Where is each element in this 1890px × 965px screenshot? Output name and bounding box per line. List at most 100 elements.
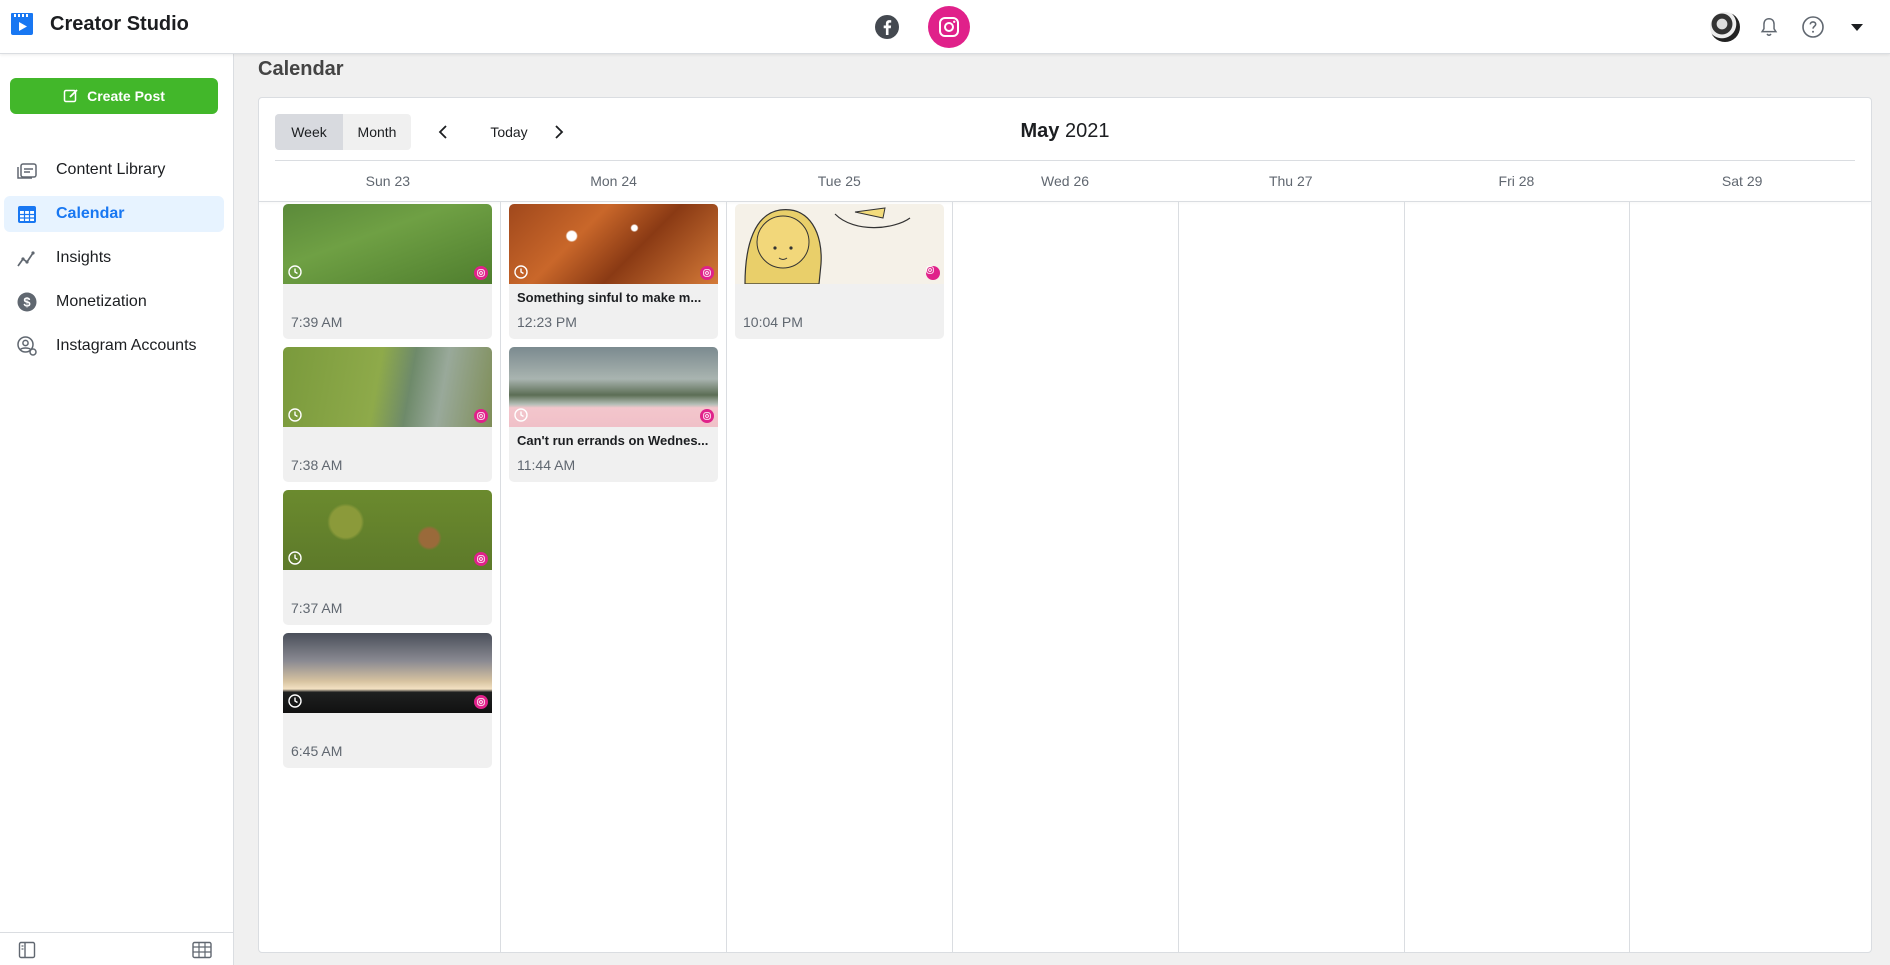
scheduled-clock-icon — [514, 408, 528, 422]
bell-icon — [1760, 18, 1778, 36]
instagram-tab[interactable] — [928, 6, 970, 48]
post-caption — [283, 576, 492, 592]
sidebar-item-calendar[interactable]: Calendar — [4, 196, 224, 232]
scheduled-clock-icon — [288, 694, 302, 708]
day-column-sun[interactable]: 7:39 AM 7:38 AM 7:37 AM 6:45 AM — [275, 202, 501, 952]
day-header-mon: Mon 24 — [590, 173, 637, 189]
avatar[interactable] — [1710, 12, 1740, 42]
day-column-mon[interactable]: Something sinful to make m... 12:23 PM C… — [501, 202, 727, 952]
post-time: 10:04 PM — [743, 314, 803, 330]
post-thumbnail — [509, 347, 718, 427]
month-name: May — [1020, 120, 1060, 142]
svg-text:$: $ — [23, 295, 31, 310]
instagram-badge-icon — [474, 695, 488, 709]
post-thumbnail — [283, 204, 492, 284]
instagram-badge-icon — [474, 409, 488, 423]
day-header-thu: Thu 27 — [1268, 173, 1313, 189]
year: 2021 — [1064, 120, 1110, 142]
post-caption — [283, 433, 492, 449]
post-thumbnail — [283, 347, 492, 427]
post-time: 7:37 AM — [291, 600, 343, 616]
scheduled-post[interactable]: 7:38 AM — [283, 347, 492, 482]
sidebar-item-label: Calendar — [56, 205, 125, 222]
sidebar-item-instagram-accounts[interactable]: Instagram Accounts — [4, 328, 224, 364]
caret-down-icon — [1851, 24, 1863, 31]
calendar-icon — [16, 203, 38, 225]
day-header-tue: Tue 25 — [817, 173, 861, 189]
collapse-panel-icon — [18, 941, 36, 959]
day-header-fri: Fri 28 — [1498, 173, 1535, 189]
day-column-fri[interactable] — [1405, 202, 1631, 952]
sidebar-item-insights[interactable]: Insights — [4, 240, 224, 276]
post-caption — [735, 290, 944, 306]
post-time: 6:45 AM — [291, 743, 343, 759]
sidebar-item-label: Instagram Accounts — [56, 337, 197, 354]
scheduled-post[interactable]: 7:39 AM — [283, 204, 492, 339]
table-view-button[interactable] — [192, 941, 212, 964]
brand[interactable]: Creator Studio — [10, 12, 189, 36]
instagram-icon — [939, 17, 959, 37]
calendar-card: Week Month Today May 2021 Sun 23 Mon 24 … — [258, 97, 1872, 953]
top-bar: Creator Studio — [0, 0, 1890, 54]
post-caption — [283, 290, 492, 306]
help-icon — [1802, 16, 1824, 38]
collapse-sidebar-button[interactable] — [18, 941, 36, 964]
sidebar-item-monetization[interactable]: $ Monetization — [4, 284, 224, 320]
sidebar-nav: Content Library Calendar Insights $ Mone… — [4, 152, 224, 372]
post-time: 7:39 AM — [291, 314, 343, 330]
post-caption: Something sinful to make m... — [517, 290, 702, 305]
account-menu-button[interactable] — [1842, 12, 1872, 42]
calendar-toolbar: Week Month Today May 2021 — [259, 98, 1871, 160]
platform-switch — [866, 6, 970, 48]
table-icon — [192, 941, 212, 959]
day-header-wed: Wed 26 — [1041, 173, 1090, 189]
scheduled-clock-icon — [288, 408, 302, 422]
scheduled-clock-icon — [288, 551, 302, 565]
sidebar: Create Post Content Library Calendar Ins… — [0, 54, 234, 965]
scheduled-post[interactable]: 6:45 AM — [283, 633, 492, 768]
sidebar-item-content-library[interactable]: Content Library — [4, 152, 224, 188]
day-column-sat[interactable] — [1630, 202, 1855, 952]
sidebar-footer — [0, 932, 234, 965]
app-title: Creator Studio — [50, 12, 189, 35]
compose-icon — [63, 89, 78, 103]
creator-studio-logo-icon — [11, 13, 33, 35]
illustration-image — [744, 207, 911, 284]
top-right-controls — [1710, 12, 1872, 42]
create-post-label: Create Post — [87, 88, 165, 104]
sidebar-item-label: Content Library — [56, 161, 166, 178]
scheduled-post[interactable]: 7:37 AM — [283, 490, 492, 625]
post-time: 11:44 AM — [517, 457, 576, 473]
help-button[interactable] — [1798, 12, 1828, 42]
scheduled-post[interactable]: Can't run errands on Wednes... 11:44 AM — [509, 347, 718, 482]
content-library-icon — [16, 159, 38, 181]
day-column-tue[interactable]: 10:04 PM — [727, 202, 953, 952]
instagram-accounts-icon — [16, 335, 38, 357]
instagram-badge-icon — [926, 266, 940, 280]
instagram-badge-icon — [700, 266, 714, 280]
scheduled-post[interactable]: 10:04 PM — [735, 204, 944, 339]
day-column-wed[interactable] — [953, 202, 1179, 952]
post-caption — [283, 719, 492, 735]
sidebar-item-label: Insights — [56, 249, 112, 266]
notifications-button[interactable] — [1754, 12, 1784, 42]
day-column-thu[interactable] — [1179, 202, 1405, 952]
facebook-icon — [875, 15, 899, 39]
day-headers: Sun 23 Mon 24 Tue 25 Wed 26 Thu 27 Fri 2… — [275, 161, 1855, 201]
post-thumbnail — [283, 633, 492, 713]
page-title: Calendar — [258, 58, 344, 80]
post-thumbnail — [283, 490, 492, 570]
week-grid: 7:39 AM 7:38 AM 7:37 AM 6:45 AM Somethin… — [275, 202, 1855, 952]
day-header-sat: Sat 29 — [1721, 173, 1763, 189]
monetization-icon: $ — [16, 291, 38, 313]
post-time: 12:23 PM — [517, 314, 577, 330]
create-post-button[interactable]: Create Post — [10, 78, 218, 114]
post-thumbnail — [735, 204, 944, 284]
day-header-sun: Sun 23 — [365, 173, 411, 189]
scheduled-post[interactable]: Something sinful to make m... 12:23 PM — [509, 204, 718, 339]
facebook-tab[interactable] — [866, 6, 908, 48]
post-thumbnail — [509, 204, 718, 284]
instagram-badge-icon — [474, 266, 488, 280]
scheduled-clock-icon — [514, 265, 528, 279]
post-time: 7:38 AM — [291, 457, 343, 473]
